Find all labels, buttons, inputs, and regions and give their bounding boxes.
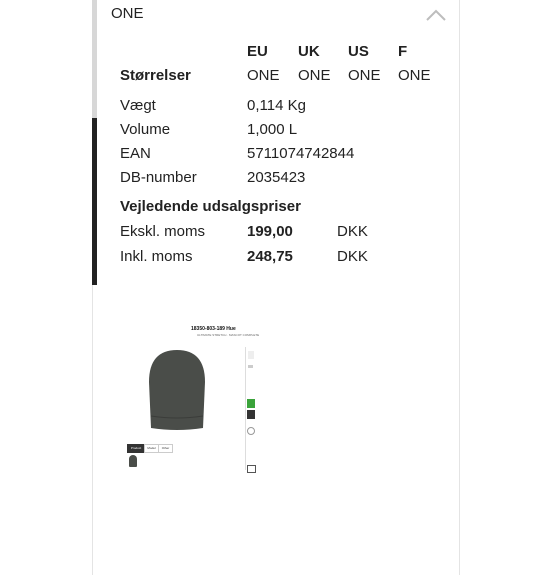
thumbnail-tab-other[interactable]: Other	[158, 444, 173, 453]
sizes-row-label: Størrelser	[120, 67, 191, 84]
price-currency-incl-vat: DKK	[337, 248, 368, 265]
accordion-accent-active	[92, 118, 97, 285]
thumbnail-tab-product[interactable]: Product	[127, 444, 145, 453]
product-sheet-thumbnail[interactable]: 18350-803-189 Hue ULTIMATE STRETCH · MAS…	[105, 322, 259, 473]
price-amount-excl-vat: 199,00	[247, 223, 293, 240]
size-value-f: ONE	[398, 67, 431, 84]
size-value-us: ONE	[348, 67, 381, 84]
size-header-uk: UK	[298, 43, 320, 60]
thumbnail-tab-model[interactable]: Model	[144, 444, 159, 453]
chevron-up-icon[interactable]	[425, 8, 447, 22]
thumbnail-side-column	[245, 347, 256, 473]
size-header-f: F	[398, 43, 408, 60]
spec-label-volume: Volume	[120, 121, 171, 138]
price-label-excl-vat: Ekskl. moms	[120, 223, 206, 240]
spec-value-db-number: 2035423	[247, 169, 306, 186]
price-currency-excl-vat: DKK	[337, 223, 368, 240]
thumbnail-subtitle: ULTIMATE STRETCH · MASCOT COMPLETE	[197, 333, 260, 337]
size-header-eu: EU	[247, 43, 268, 60]
spec-value-volume: 1,000 L	[247, 121, 298, 138]
price-label-incl-vat: Inkl. moms	[120, 248, 193, 265]
product-detail-panel	[92, 0, 460, 575]
prices-heading: Vejledende udsalgspriser	[120, 198, 301, 215]
spec-label-db-number: DB-number	[120, 169, 197, 186]
size-value-uk: ONE	[298, 67, 331, 84]
accordion-accent-bar	[92, 0, 97, 285]
color-swatch-green[interactable]	[247, 399, 255, 408]
price-amount-incl-vat: 248,75	[247, 248, 293, 265]
thumbnail-title: 18350-803-189 Hue	[191, 326, 236, 332]
selected-size-value: ONE	[111, 5, 144, 22]
beanie-image	[149, 350, 205, 430]
color-swatch-dark[interactable]	[247, 410, 255, 419]
size-header-us: US	[348, 43, 369, 60]
spec-value-ean: 5711074742844	[247, 145, 355, 162]
size-value-eu: ONE	[247, 67, 280, 84]
spec-value-weight: 0,114 Kg	[247, 97, 306, 114]
spec-label-weight: Vægt	[120, 97, 156, 114]
spec-label-ean: EAN	[120, 145, 151, 162]
beanie-mini-thumbnail[interactable]	[129, 455, 137, 467]
